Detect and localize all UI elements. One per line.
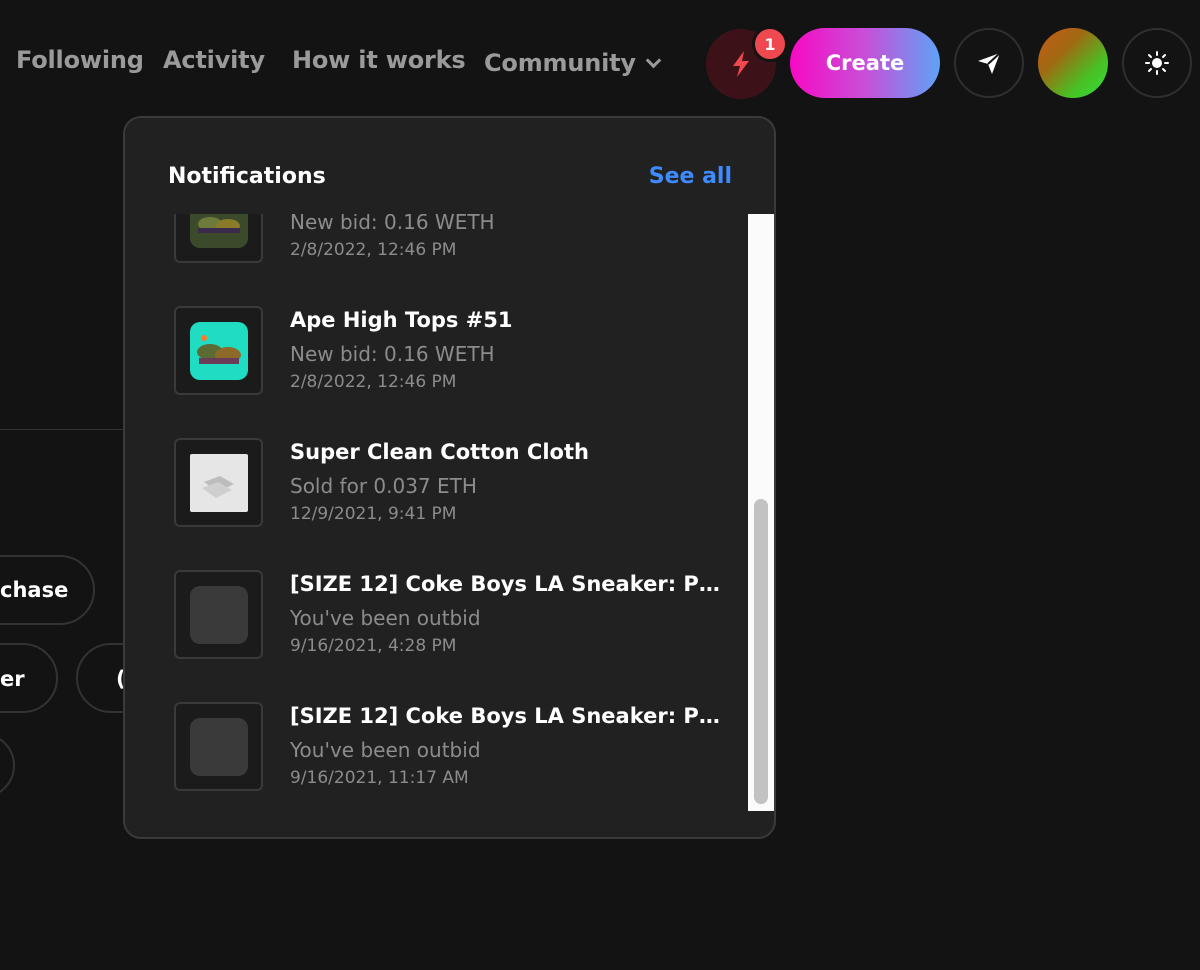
- placeholder-image: [189, 585, 248, 644]
- item-date: 9/16/2021, 4:28 PM: [290, 636, 457, 656]
- sneaker-image: [189, 321, 248, 380]
- send-icon: [978, 52, 1001, 74]
- sun-icon: [1145, 51, 1169, 75]
- item-title: [SIZE 12] Coke Boys LA Sneaker: Phy...: [290, 572, 720, 596]
- placeholder-image: [189, 717, 248, 776]
- item-date: 2/8/2022, 12:46 PM: [290, 240, 457, 260]
- notifications-title: Notifications: [168, 164, 326, 189]
- item-thumbnail: [174, 702, 263, 791]
- filter-pill-label: er: [0, 667, 25, 691]
- avatar[interactable]: [1038, 28, 1108, 98]
- filter-pill-label: chase: [0, 578, 69, 602]
- notification-count-badge: 1: [752, 26, 788, 62]
- scrollbar-thumb[interactable]: [754, 499, 768, 804]
- item-subtitle: You've been outbid: [290, 738, 481, 762]
- scrollbar-track[interactable]: [748, 214, 774, 811]
- list-item[interactable]: New bid: 0.16 WETH 2/8/2022, 12:46 PM: [174, 214, 744, 264]
- see-all-link[interactable]: See all: [649, 164, 732, 189]
- filter-pill[interactable]: [0, 733, 15, 798]
- item-thumbnail: [174, 306, 263, 395]
- list-item[interactable]: [SIZE 12] Coke Boys LA Sneaker: Phy... Y…: [174, 702, 744, 792]
- sneaker-image: [189, 214, 248, 248]
- item-subtitle: New bid: 0.16 WETH: [290, 214, 495, 234]
- item-subtitle: New bid: 0.16 WETH: [290, 342, 495, 366]
- list-item[interactable]: Ape High Tops #51 New bid: 0.16 WETH 2/8…: [174, 306, 744, 396]
- nav-activity[interactable]: Activity: [163, 46, 265, 74]
- item-date: 2/8/2022, 12:46 PM: [290, 372, 457, 392]
- create-button[interactable]: Create: [790, 28, 940, 98]
- nav-following[interactable]: Following: [16, 46, 144, 74]
- theme-toggle-button[interactable]: [1122, 28, 1192, 98]
- lightning-bolt-icon: [733, 51, 749, 77]
- list-item[interactable]: [SIZE 12] Coke Boys LA Sneaker: Phy... Y…: [174, 570, 744, 660]
- item-thumbnail: [174, 438, 263, 527]
- item-thumbnail: [174, 570, 263, 659]
- item-title: Super Clean Cotton Cloth: [290, 440, 589, 464]
- divider: [0, 429, 125, 430]
- notifications-dropdown: Notifications See all New bid: 0.16 WETH…: [123, 116, 776, 839]
- nav-how-it-works[interactable]: How it works: [292, 46, 466, 74]
- list-item[interactable]: Super Clean Cotton Cloth Sold for 0.037 …: [174, 438, 744, 528]
- item-date: 12/9/2021, 9:41 PM: [290, 504, 457, 524]
- chevron-down-icon: [645, 52, 662, 68]
- item-subtitle: Sold for 0.037 ETH: [290, 474, 477, 498]
- item-thumbnail: [174, 214, 263, 263]
- nav-community-label: Community: [484, 49, 636, 77]
- notifications-list: New bid: 0.16 WETH 2/8/2022, 12:46 PM Ap…: [125, 214, 751, 811]
- nav-community[interactable]: Community: [484, 49, 662, 77]
- item-title: [SIZE 12] Coke Boys LA Sneaker: Phy...: [290, 704, 720, 728]
- cloth-image: [189, 453, 248, 512]
- item-subtitle: You've been outbid: [290, 606, 481, 630]
- item-date: 9/16/2021, 11:17 AM: [290, 768, 469, 788]
- item-title: Ape High Tops #51: [290, 308, 513, 332]
- send-button[interactable]: [954, 28, 1024, 98]
